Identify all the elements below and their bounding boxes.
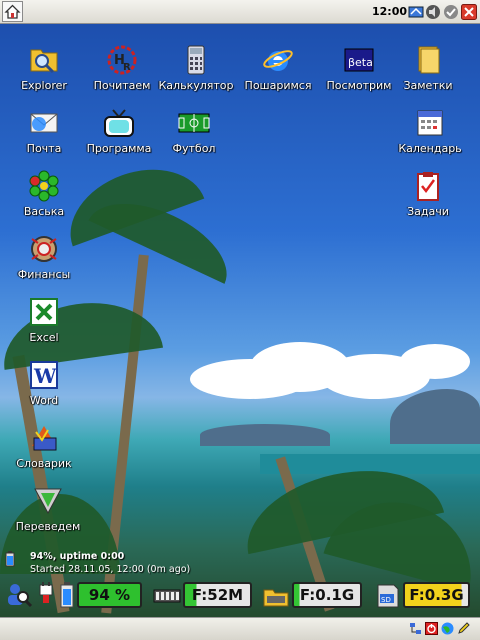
network-icon[interactable]: [409, 622, 422, 635]
desktop-icon-notes[interactable]: Заметки: [388, 44, 468, 106]
desktop-icon-calendar[interactable]: Календарь: [390, 107, 470, 169]
memory-free-indicator[interactable]: F:52M: [183, 582, 252, 608]
wallpaper-mountain: [200, 424, 330, 446]
desktop-icon-finance[interactable]: Финансы: [4, 233, 84, 295]
ok-check-icon[interactable]: [443, 4, 459, 20]
dictionary-icon: [32, 426, 57, 451]
desktop-icon-vaska[interactable]: Васька: [4, 170, 84, 232]
svg-text:βeta: βeta: [348, 56, 373, 69]
battery-icon: [60, 582, 74, 608]
calculator-icon: [187, 45, 205, 75]
internet-explorer-icon: [263, 50, 293, 71]
football-field-icon: [178, 113, 210, 133]
hr-logo-icon: H R: [107, 45, 137, 75]
svg-text:R: R: [123, 62, 131, 73]
desktop-icon-word[interactable]: W Word: [4, 359, 84, 421]
globe-icon[interactable]: [441, 622, 454, 635]
power-plug-icon[interactable]: [34, 581, 58, 609]
wallpaper-mountain: [390, 389, 480, 444]
desktop-icon-pochitaem[interactable]: H R Почитаем: [82, 44, 162, 106]
notes-icon: [418, 46, 440, 74]
excel-icon: [30, 298, 58, 326]
desktop-icon-mail[interactable]: Почта: [4, 107, 84, 169]
battery-small-icon: [5, 551, 15, 567]
desktop-icon-tasks[interactable]: Задачи: [388, 170, 468, 232]
icq-flower-icon: [29, 170, 59, 202]
svg-text:W: W: [33, 364, 57, 388]
desktop-icon-calculator[interactable]: Калькулятор: [156, 44, 236, 106]
memory-chip-icon: [153, 589, 181, 603]
word-icon: W: [30, 361, 58, 389]
home-icon: [4, 4, 21, 19]
tv-icon: [104, 109, 134, 137]
desktop-icon-watch[interactable]: βeta Посмотрим: [319, 44, 399, 106]
desktop-icon-translate[interactable]: Переведем: [8, 485, 88, 547]
top-bar: 12:00: [0, 0, 480, 24]
started-text: Started 28.11.05, 12:00 (0m ago): [30, 564, 191, 575]
tasks-clipboard-icon: [417, 172, 439, 201]
desktop-icon-browse[interactable]: Пошаримся: [238, 44, 318, 106]
battery-level-indicator[interactable]: 94 %: [77, 582, 142, 608]
explorer-icon: [30, 49, 58, 74]
desktop-icon-excel[interactable]: Excel: [4, 296, 84, 358]
home-button[interactable]: [2, 1, 23, 22]
calendar-icon: [417, 110, 443, 136]
finance-icon: [31, 236, 57, 262]
mail-icon: [30, 113, 58, 133]
svg-text:SD: SD: [381, 596, 391, 604]
close-icon[interactable]: [461, 4, 477, 20]
desktop-icon-explorer[interactable]: Explorer: [4, 44, 84, 106]
storage-free-indicator[interactable]: F:0.1G: [292, 582, 362, 608]
speaker-icon[interactable]: [425, 4, 441, 20]
desktop-icon-program[interactable]: Программа: [79, 107, 159, 169]
user-search-icon[interactable]: [5, 581, 33, 609]
clock[interactable]: 12:00: [372, 5, 407, 18]
desktop-icon-football[interactable]: Футбол: [154, 107, 234, 169]
sd-free-indicator[interactable]: F:0.3G: [403, 582, 470, 608]
wallpaper-cloud: [400, 344, 470, 379]
sd-card-icon: SD: [377, 584, 399, 608]
battery-uptime-text: 94%, uptime 0:00: [30, 551, 125, 562]
translate-icon: [34, 488, 62, 515]
beta-player-icon: βeta: [344, 48, 374, 72]
desktop-icon-dictionary[interactable]: Словарик: [4, 422, 84, 484]
wifi-status-icon[interactable]: [408, 4, 424, 20]
storage-card-icon: [263, 589, 289, 607]
power-off-icon[interactable]: [425, 622, 438, 635]
taskbar: [0, 617, 480, 640]
pen-icon[interactable]: [457, 622, 470, 635]
